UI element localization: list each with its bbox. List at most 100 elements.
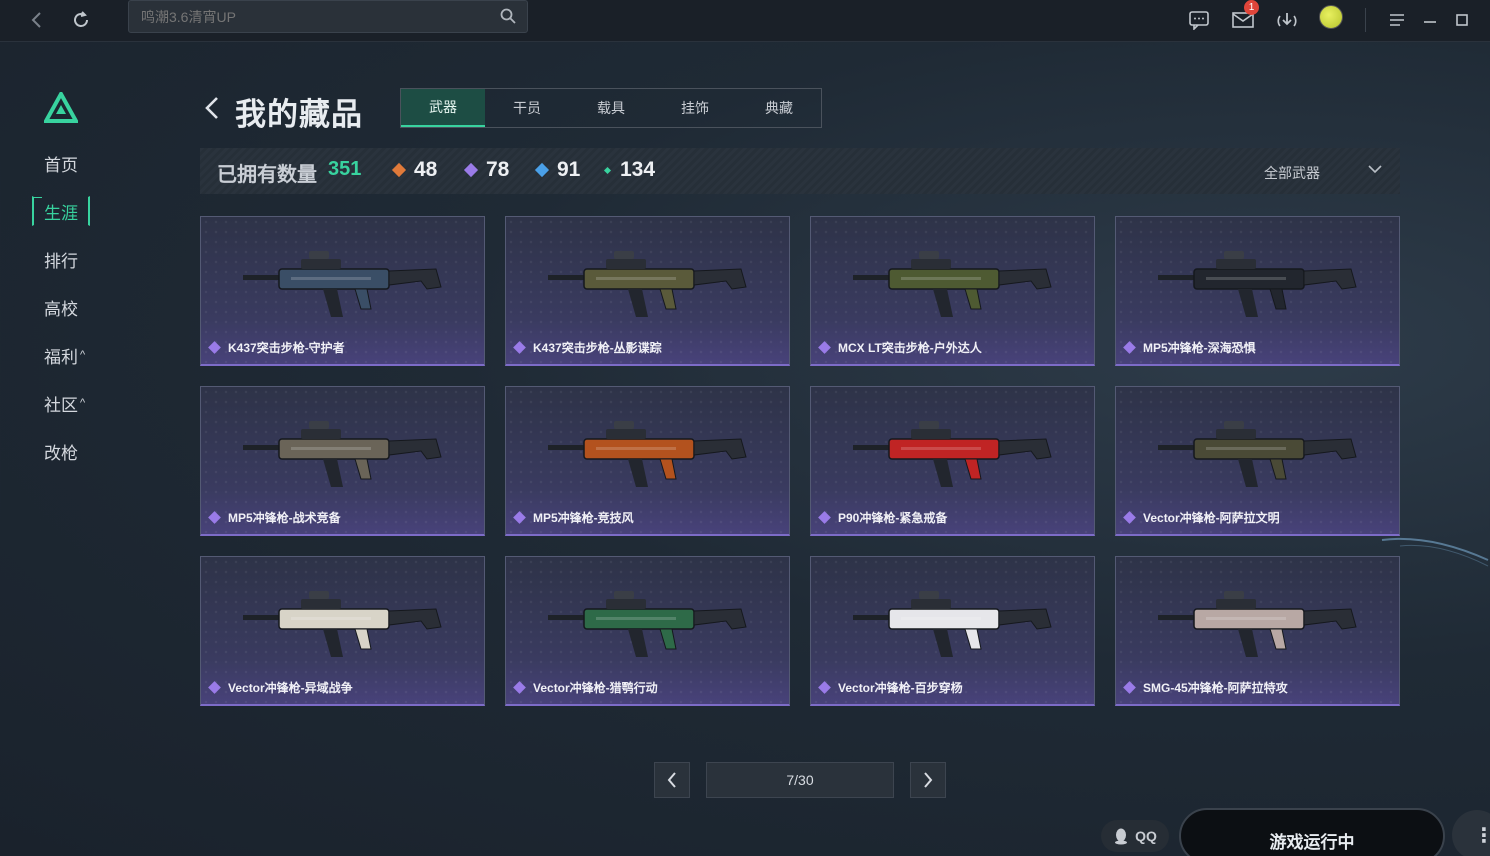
collection-tabs: 武器 干员 载具 挂饰 典藏 (400, 88, 822, 128)
weapon-card[interactable]: MP5冲锋枪-战术竞备 (200, 386, 485, 536)
weapon-label-row: MP5冲锋枪-战术竞备 (208, 509, 341, 526)
weapon-image (243, 421, 442, 487)
sidebar-item-career[interactable]: 生涯 (44, 197, 104, 225)
search-input[interactable] (129, 1, 489, 32)
stats-bar: 已拥有数量 351 48 78 91 134 全部武器 (200, 148, 1400, 194)
rarity-purple-icon (513, 511, 526, 524)
weapon-image (853, 591, 1052, 657)
weapon-filter-dropdown[interactable]: 全部武器 (1264, 163, 1320, 183)
download-icon[interactable] (1274, 7, 1300, 33)
weapon-card[interactable]: Vector冲锋枪-百步穿杨 (810, 556, 1095, 706)
tab-collection[interactable]: 典藏 (737, 89, 821, 127)
tab-vehicles[interactable]: 载具 (569, 89, 653, 127)
chevron-down-icon[interactable] (1366, 160, 1384, 178)
weapon-label-row: P90冲锋枪-紧急戒备 (818, 509, 948, 526)
weapon-card[interactable]: K437突击步枪-丛影谍踪 (505, 216, 790, 366)
weapon-name: Vector冲锋枪-百步穿杨 (838, 681, 963, 695)
weapon-label-row: Vector冲锋枪-猎鹗行动 (513, 679, 658, 696)
weapon-card[interactable]: P90冲锋枪-紧急戒备 (810, 386, 1095, 536)
weapon-image (243, 591, 442, 657)
rarity-purple-icon (1123, 341, 1136, 354)
sidebar-item-gunsmith[interactable]: 改枪 (44, 437, 104, 465)
weapon-image (1158, 591, 1357, 657)
tab-weapons[interactable]: 武器 (401, 89, 485, 127)
owned-count: 351 (328, 158, 362, 180)
maximize-icon[interactable] (1449, 7, 1475, 33)
menu-icon[interactable] (1384, 7, 1410, 33)
chevron-up-icon: ^ (80, 349, 86, 361)
app-logo[interactable] (42, 89, 80, 124)
rarity-purple-icon (1123, 681, 1136, 694)
weapon-image (548, 591, 747, 657)
sidebar-item-college[interactable]: 高校 (44, 293, 104, 321)
weapon-card[interactable]: MP5冲锋枪-竞技风 (505, 386, 790, 536)
qq-button[interactable]: QQ (1101, 820, 1169, 852)
weapon-name: SMG-45冲锋枪-阿萨拉特攻 (1143, 681, 1288, 695)
back-icon[interactable] (24, 7, 50, 33)
sidebar-item-home[interactable]: 首页 (44, 149, 104, 177)
rarity-purple-count: 78 (463, 158, 509, 182)
rarity-purple-icon (818, 681, 831, 694)
rarity-purple-icon (1123, 511, 1136, 524)
next-page-button[interactable] (910, 762, 946, 798)
weapon-card[interactable]: SMG-45冲锋枪-阿萨拉特攻 (1115, 556, 1400, 706)
minimize-icon[interactable] (1417, 7, 1443, 33)
rarity-purple-icon (208, 681, 221, 694)
rarity-orange-icon (391, 162, 407, 178)
more-options-icon[interactable]: ⋮ (1452, 810, 1490, 856)
search-icon[interactable] (499, 7, 519, 27)
weapon-image (853, 251, 1052, 317)
weapon-card[interactable]: Vector冲锋枪-阿萨拉文明 (1115, 386, 1400, 536)
weapon-name: MP5冲锋枪-竞技风 (533, 511, 634, 525)
rarity-purple-icon (208, 341, 221, 354)
rarity-green-count: 134 (603, 158, 655, 182)
weapon-card[interactable]: K437突击步枪-守护者 (200, 216, 485, 366)
weapon-image (1158, 421, 1357, 487)
game-running-button[interactable]: 游戏运行中 (1179, 808, 1445, 856)
weapon-label-row: K437突击步枪-守护者 (208, 339, 345, 356)
sidebar-item-community[interactable]: 社区 ^ (44, 389, 104, 417)
refresh-icon[interactable] (68, 7, 94, 33)
rarity-purple-icon (208, 511, 221, 524)
weapon-image (853, 421, 1052, 487)
rarity-purple-icon (463, 162, 479, 178)
rarity-purple-icon (818, 341, 831, 354)
weapon-label-row: SMG-45冲锋枪-阿萨拉特攻 (1123, 679, 1288, 696)
page-indicator: 7/30 (706, 762, 894, 798)
top-bar: 1 (0, 0, 1490, 42)
chat-icon[interactable] (1186, 7, 1212, 33)
sidebar-item-welfare[interactable]: 福利 ^ (44, 341, 104, 369)
weapon-card[interactable]: Vector冲锋枪-猎鹗行动 (505, 556, 790, 706)
chevron-up-icon: ^ (80, 397, 86, 409)
weapon-name: K437突击步枪-守护者 (228, 341, 345, 355)
weapon-name: K437突击步枪-丛影谍踪 (533, 341, 662, 355)
weapon-label-row: MP5冲锋枪-深海恐惧 (1123, 339, 1256, 356)
weapon-name: MCX LT突击步枪-户外达人 (838, 341, 982, 355)
weapon-name: Vector冲锋枪-异域战争 (228, 681, 353, 695)
weapon-image (548, 421, 747, 487)
weapon-label-row: MCX LT突击步枪-户外达人 (818, 339, 982, 356)
weapon-card[interactable]: Vector冲锋枪-异域战争 (200, 556, 485, 706)
rarity-blue-icon (534, 162, 550, 178)
avatar[interactable] (1319, 5, 1343, 29)
weapon-label-row: Vector冲锋枪-百步穿杨 (818, 679, 963, 696)
prev-page-button[interactable] (654, 762, 690, 798)
qq-icon (1115, 828, 1128, 845)
mail-badge: 1 (1244, 0, 1259, 15)
weapon-label-row: Vector冲锋枪-异域战争 (208, 679, 353, 696)
tab-charms[interactable]: 挂饰 (653, 89, 737, 127)
weapon-name: Vector冲锋枪-猎鹗行动 (533, 681, 658, 695)
weapon-label-row: MP5冲锋枪-竞技风 (513, 509, 634, 526)
rarity-orange-count: 48 (391, 158, 437, 182)
owned-label: 已拥有数量 (217, 164, 317, 186)
rarity-purple-icon (513, 681, 526, 694)
weapon-card[interactable]: MCX LT突击步枪-户外达人 (810, 216, 1095, 366)
search-box[interactable] (128, 0, 528, 33)
weapon-image (548, 251, 747, 317)
sidebar-item-ranking[interactable]: 排行 (44, 245, 104, 273)
back-button[interactable] (203, 94, 223, 122)
weapon-card[interactable]: MP5冲锋枪-深海恐惧 (1115, 216, 1400, 366)
weapon-name: P90冲锋枪-紧急戒备 (838, 511, 948, 525)
tab-operators[interactable]: 干员 (485, 89, 569, 127)
rarity-blue-count: 91 (534, 158, 580, 182)
